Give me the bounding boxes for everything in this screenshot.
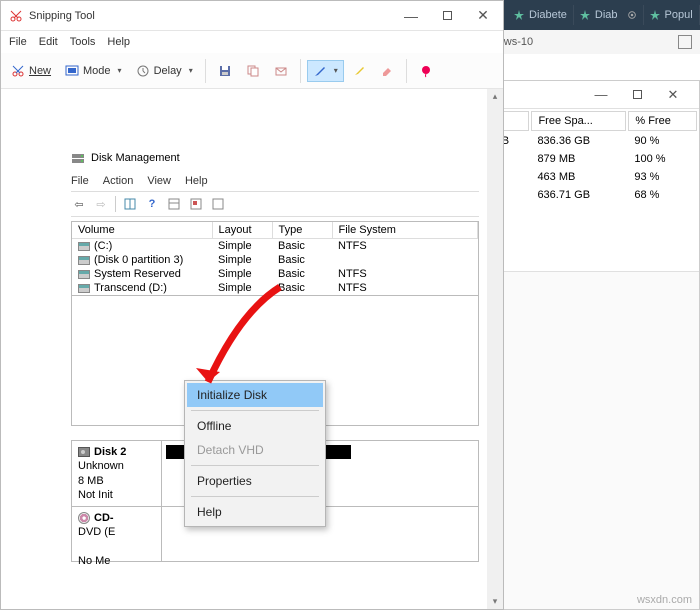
scissors-icon: [11, 64, 25, 78]
close-button[interactable]: ✕: [659, 85, 687, 105]
mode-label: Mode: [83, 65, 111, 77]
copy-button[interactable]: [240, 60, 266, 82]
scissors-icon: [9, 9, 23, 23]
eraser-icon: [380, 64, 394, 78]
dm-title: Disk Management: [71, 149, 479, 171]
disk-label: Disk 2 Unknown 8 MB Not Init: [72, 441, 162, 506]
tab-label: Diab: [595, 9, 618, 21]
ctx-initialize-disk[interactable]: Initialize Disk: [187, 383, 323, 407]
col-header[interactable]: % Free: [628, 111, 697, 131]
mail-icon: [274, 64, 288, 78]
cd-icon: [78, 512, 90, 524]
view2-button[interactable]: [188, 196, 204, 212]
disk-label: CD- DVD (E No Me: [72, 507, 162, 561]
save-button[interactable]: [212, 60, 238, 82]
close-button[interactable]: ✕: [465, 2, 501, 30]
volume-list: Volume Layout Type File System (C:)Simpl…: [71, 221, 479, 296]
menubar: File Edit Tools Help: [1, 31, 503, 53]
menu-help[interactable]: Help: [107, 36, 130, 48]
browser-tab[interactable]: Diabete: [508, 5, 574, 25]
copy-icon: [246, 64, 260, 78]
volume-row[interactable]: System ReservedSimpleBasicNTFS: [72, 267, 478, 281]
paint3d-button[interactable]: [413, 60, 439, 82]
table-row[interactable]: B463 MB93 %: [478, 169, 697, 185]
window-title: Snipping Tool: [29, 10, 95, 22]
ctx-offline[interactable]: Offline: [187, 414, 323, 438]
capture-area: Disk Management File Action View Help ⇦ …: [1, 89, 503, 609]
dm-menu-help[interactable]: Help: [185, 175, 208, 187]
mode-icon: [65, 64, 79, 78]
view3-button[interactable]: [210, 196, 226, 212]
minimize-button[interactable]: —: [393, 2, 429, 30]
table-row[interactable]: GB636.71 GB68 %: [478, 187, 697, 203]
table-row[interactable]: 5 GB836.36 GB90 %: [478, 133, 697, 149]
col-type[interactable]: Type: [272, 222, 332, 239]
menu-edit[interactable]: Edit: [39, 36, 58, 48]
new-label: New: [29, 65, 51, 77]
drive-icon: [78, 284, 90, 293]
balloon-icon: [419, 64, 433, 78]
toolbar: New Mode Delay: [1, 53, 503, 89]
col-fs[interactable]: File System: [332, 222, 478, 239]
delay-label: Delay: [154, 65, 182, 77]
clock-icon: [136, 64, 150, 78]
bg-table: ity Free Spa... % Free 5 GB836.36 GB90 %…: [476, 109, 699, 205]
col-volume[interactable]: Volume: [72, 222, 212, 239]
volume-row[interactable]: Transcend (D:)SimpleBasicNTFS: [72, 281, 478, 295]
disk-icon: [78, 447, 90, 457]
ctx-properties[interactable]: Properties: [187, 469, 323, 493]
save-icon: [218, 64, 232, 78]
maximize-button[interactable]: [623, 85, 651, 105]
dm-menu-file[interactable]: File: [71, 175, 89, 187]
tab-label: Diabete: [529, 9, 567, 21]
ctx-detach-vhd[interactable]: Detach VHD: [187, 438, 323, 462]
drive-icon: [78, 242, 90, 251]
dm-menu-view[interactable]: View: [147, 175, 171, 187]
menu-tools[interactable]: Tools: [70, 36, 96, 48]
drive-icon: [78, 270, 90, 279]
highlighter-button[interactable]: [346, 60, 372, 82]
bg-window-titlebar: — ✕: [476, 81, 699, 109]
table-row[interactable]: B879 MB100 %: [478, 151, 697, 167]
highlighter-icon: [352, 64, 366, 78]
volume-row[interactable]: (C:)SimpleBasicNTFS: [72, 239, 478, 254]
menu-file[interactable]: File: [9, 36, 27, 48]
bg-header: indows-10: [475, 30, 700, 54]
eraser-button[interactable]: [374, 60, 400, 82]
view1-button[interactable]: [166, 196, 182, 212]
minimize-button[interactable]: —: [587, 85, 615, 105]
back-button[interactable]: ⇦: [71, 196, 87, 212]
dm-toolbar: ⇦ ⇨ ?: [71, 191, 479, 217]
dm-title-text: Disk Management: [91, 152, 180, 164]
send-button[interactable]: [268, 60, 294, 82]
browser-tab[interactable]: Popul: [644, 5, 700, 25]
bg-window: — ✕ ity Free Spa... % Free 5 GB836.36 GB…: [475, 80, 700, 610]
volume-row[interactable]: (Disk 0 partition 3)SimpleBasic: [72, 253, 478, 267]
maximize-button[interactable]: [429, 2, 465, 30]
context-menu: Initialize Disk Offline Detach VHD Prope…: [184, 380, 326, 527]
layout-icon[interactable]: [678, 35, 692, 49]
dm-menubar: File Action View Help: [71, 171, 479, 191]
disk-mgmt-icon: [71, 151, 85, 165]
pen-icon: [313, 64, 327, 78]
titlebar: Snipping Tool — ✕: [1, 1, 503, 31]
pen-tool-button[interactable]: [307, 60, 344, 82]
vertical-scrollbar[interactable]: [487, 89, 503, 609]
watermark: wsxdn.com: [637, 594, 692, 606]
col-layout[interactable]: Layout: [212, 222, 272, 239]
forward-button[interactable]: ⇨: [93, 196, 109, 212]
dm-menu-action[interactable]: Action: [103, 175, 134, 187]
tab-label: Popul: [665, 9, 693, 21]
help-button[interactable]: ?: [144, 196, 160, 212]
disk-management-window: Disk Management File Action View Help ⇦ …: [71, 149, 479, 603]
mode-dropdown[interactable]: Mode: [59, 60, 128, 82]
refresh-button[interactable]: [122, 196, 138, 212]
browser-tab[interactable]: Diab: [574, 5, 644, 25]
browser-tab-strip: Diabete Diab Popul: [504, 0, 700, 30]
drive-icon: [78, 256, 90, 265]
delay-dropdown[interactable]: Delay: [130, 60, 199, 82]
new-snip-button[interactable]: New: [5, 60, 57, 82]
ctx-help[interactable]: Help: [187, 500, 323, 524]
col-header[interactable]: Free Spa...: [531, 111, 626, 131]
